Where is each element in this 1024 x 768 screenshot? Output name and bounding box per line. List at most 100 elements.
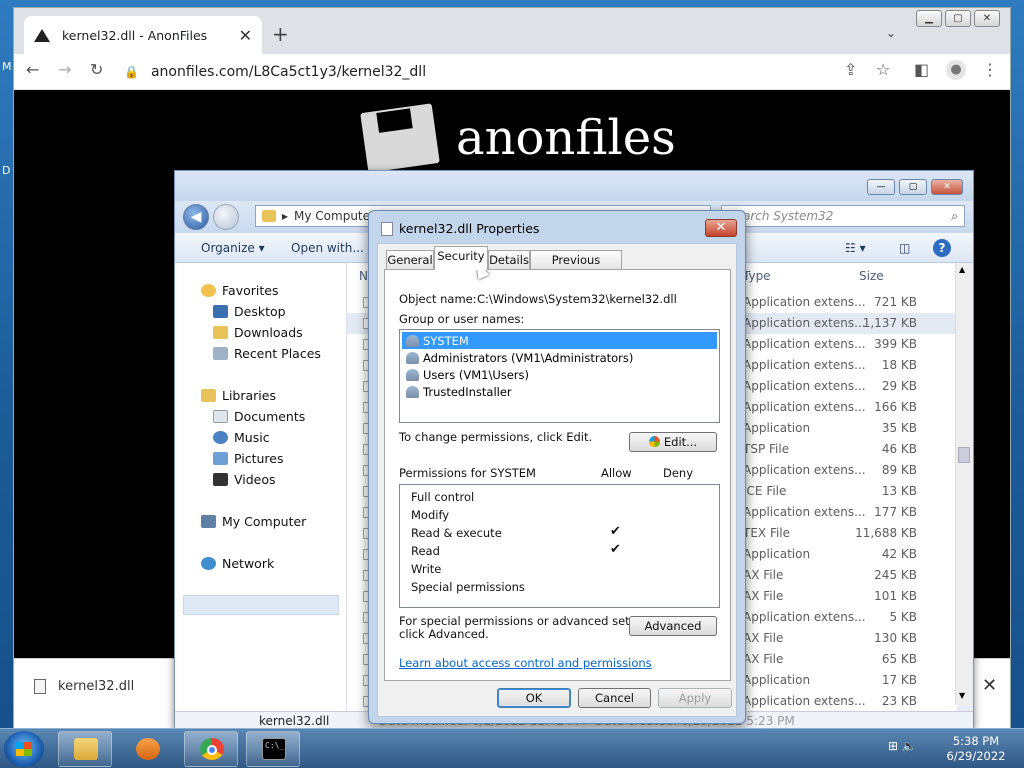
anonfiles-logo: anonfiles <box>360 103 676 173</box>
dll-file-icon <box>381 222 393 236</box>
perm-read-execute: Read & execute <box>411 526 502 540</box>
scroll-thumb[interactable] <box>958 447 970 463</box>
nav-my-computer[interactable]: My Computer <box>201 514 306 529</box>
forward-icon[interactable]: → <box>58 60 71 79</box>
taskbar-chrome[interactable] <box>184 731 238 767</box>
explorer-search-input[interactable]: Search System32 ⌕ <box>721 205 965 227</box>
file-size: 11,688 KB <box>855 526 917 540</box>
tab-search-icon[interactable]: ⌄ <box>886 26 896 40</box>
taskbar-clock[interactable]: 5:38 PM 6/29/2022 <box>936 734 1016 764</box>
learn-access-control-link[interactable]: Learn about access control and permissio… <box>399 656 652 670</box>
user-row-administrators[interactable]: Administrators (VM1\Administrators) <box>402 349 717 366</box>
search-icon[interactable]: ⌕ <box>951 209 958 224</box>
explorer-titlebar: — ▢ ✕ <box>175 171 973 201</box>
file-type: Application extens... <box>743 505 866 519</box>
nav-libraries[interactable]: Libraries <box>201 388 276 403</box>
file-size: 65 KB <box>881 652 917 666</box>
nav-downloads[interactable]: Downloads <box>213 325 303 340</box>
taskbar-explorer[interactable] <box>58 731 112 767</box>
url-text[interactable]: anonfiles.com/L8Ca5ct1y3/kernel32_dll <box>151 64 426 80</box>
explorer-back-icon[interactable]: ◀ <box>183 204 209 230</box>
dialog-close-button[interactable]: ✕ <box>705 219 737 237</box>
nav-label: Recent Places <box>234 346 321 361</box>
file-size: 46 KB <box>881 442 917 456</box>
taskbar-cmd[interactable]: C:\_ <box>246 731 300 767</box>
tab-general[interactable]: General <box>386 250 434 269</box>
browser-tab[interactable]: kernel32.dll - AnonFiles ✕ <box>24 16 262 54</box>
help-icon[interactable]: ? <box>933 239 951 257</box>
system-tray-icons[interactable]: ⊞ 🔈 <box>888 739 917 753</box>
object-name-label: Object name: <box>399 292 477 306</box>
file-type: Application extens... <box>743 694 866 708</box>
side-panel-icon[interactable]: ◧ <box>914 60 929 79</box>
group-names-label: Group or user names: <box>399 312 525 326</box>
edit-button[interactable]: Edit... <box>629 432 717 452</box>
user-group-icon <box>406 385 419 398</box>
nav-documents[interactable]: Documents <box>213 409 305 424</box>
permissions-list: Full control Modify Read & execute Read … <box>399 484 720 608</box>
nav-favorites[interactable]: Favorites <box>201 283 278 298</box>
scroll-down-arrow-icon[interactable]: ▼ <box>959 691 965 700</box>
videos-icon <box>213 473 228 486</box>
nav-desktop[interactable]: Desktop <box>213 304 286 319</box>
desktop-icon-label: D <box>2 164 11 177</box>
navigation-pane: Favorites Desktop Downloads Recent Place… <box>175 263 347 721</box>
close-button[interactable]: ✕ <box>974 10 1000 27</box>
chrome-menu-icon[interactable]: ⋮ <box>982 60 998 79</box>
file-type: Application <box>743 547 811 561</box>
nav-videos[interactable]: Videos <box>213 472 276 487</box>
download-bar-close-icon[interactable]: ✕ <box>982 675 997 696</box>
preview-pane-icon[interactable]: ◫ <box>899 241 910 255</box>
share-icon[interactable]: ⇪ <box>844 60 857 79</box>
tab-previous-versions[interactable]: Previous Versions <box>530 250 622 285</box>
tab-close-icon[interactable]: ✕ <box>239 26 252 45</box>
floppy-disk-icon <box>360 103 440 173</box>
maximize-button[interactable]: ▢ <box>945 10 971 27</box>
tab-security[interactable]: Security <box>434 246 488 270</box>
minimize-button[interactable]: ▁ <box>916 10 942 27</box>
open-with-button[interactable]: Open with... <box>291 241 364 255</box>
column-header-type[interactable]: Type <box>743 269 771 283</box>
start-button[interactable] <box>4 731 44 767</box>
organize-button[interactable]: Organize ▾ <box>201 241 265 255</box>
download-item[interactable]: kernel32.dll <box>34 679 134 694</box>
scroll-up-arrow-icon[interactable]: ▲ <box>959 265 965 274</box>
lock-icon[interactable]: 🔒 <box>124 65 139 79</box>
nav-pictures[interactable]: Pictures <box>213 451 284 466</box>
user-row-users[interactable]: Users (VM1\Users) <box>402 366 717 383</box>
back-icon[interactable]: ← <box>26 60 39 79</box>
explorer-forward-icon[interactable] <box>213 204 239 230</box>
file-list-scrollbar[interactable]: ▲ ▼ <box>955 263 971 705</box>
column-header-name[interactable]: N <box>359 269 368 283</box>
user-row-system[interactable]: SYSTEM <box>402 332 717 349</box>
explorer-maximize-button[interactable]: ▢ <box>899 179 927 195</box>
column-header-size[interactable]: Size <box>859 269 884 283</box>
nav-network[interactable]: Network <box>201 556 274 571</box>
uac-shield-icon <box>648 436 660 447</box>
profile-icon[interactable]: ● <box>946 60 966 80</box>
taskbar-media-player[interactable] <box>120 731 174 767</box>
nav-music[interactable]: Music <box>213 430 270 445</box>
bookmark-star-icon[interactable]: ☆ <box>876 60 890 79</box>
music-icon <box>213 431 228 444</box>
explorer-close-button[interactable]: ✕ <box>931 179 963 195</box>
explorer-icon <box>74 738 98 760</box>
file-type: Application <box>743 421 811 435</box>
nav-recent-places[interactable]: Recent Places <box>213 346 321 361</box>
explorer-minimize-button[interactable]: — <box>867 179 895 195</box>
apply-button[interactable]: Apply <box>658 688 732 708</box>
advanced-button[interactable]: Advanced <box>629 616 717 636</box>
file-type: TSP File <box>743 442 790 456</box>
cancel-button[interactable]: Cancel <box>578 688 651 708</box>
new-tab-button[interactable]: + <box>272 22 289 46</box>
tab-details[interactable]: Details <box>488 250 530 269</box>
libraries-icon <box>201 389 216 402</box>
address-bar[interactable]: 🔒 anonfiles.com/L8Ca5ct1y3/kernel32_dll <box>124 58 844 86</box>
file-size: 29 KB <box>881 379 917 393</box>
reload-icon[interactable]: ↻ <box>90 60 103 79</box>
user-row-trustedinstaller[interactable]: TrustedInstaller <box>402 383 717 400</box>
window-controls: ▁ ▢ ✕ <box>916 10 1000 27</box>
ok-button[interactable]: OK <box>497 688 571 708</box>
file-size: 23 KB <box>881 694 917 708</box>
view-options-icon[interactable]: ☷ ▾ <box>845 241 866 255</box>
